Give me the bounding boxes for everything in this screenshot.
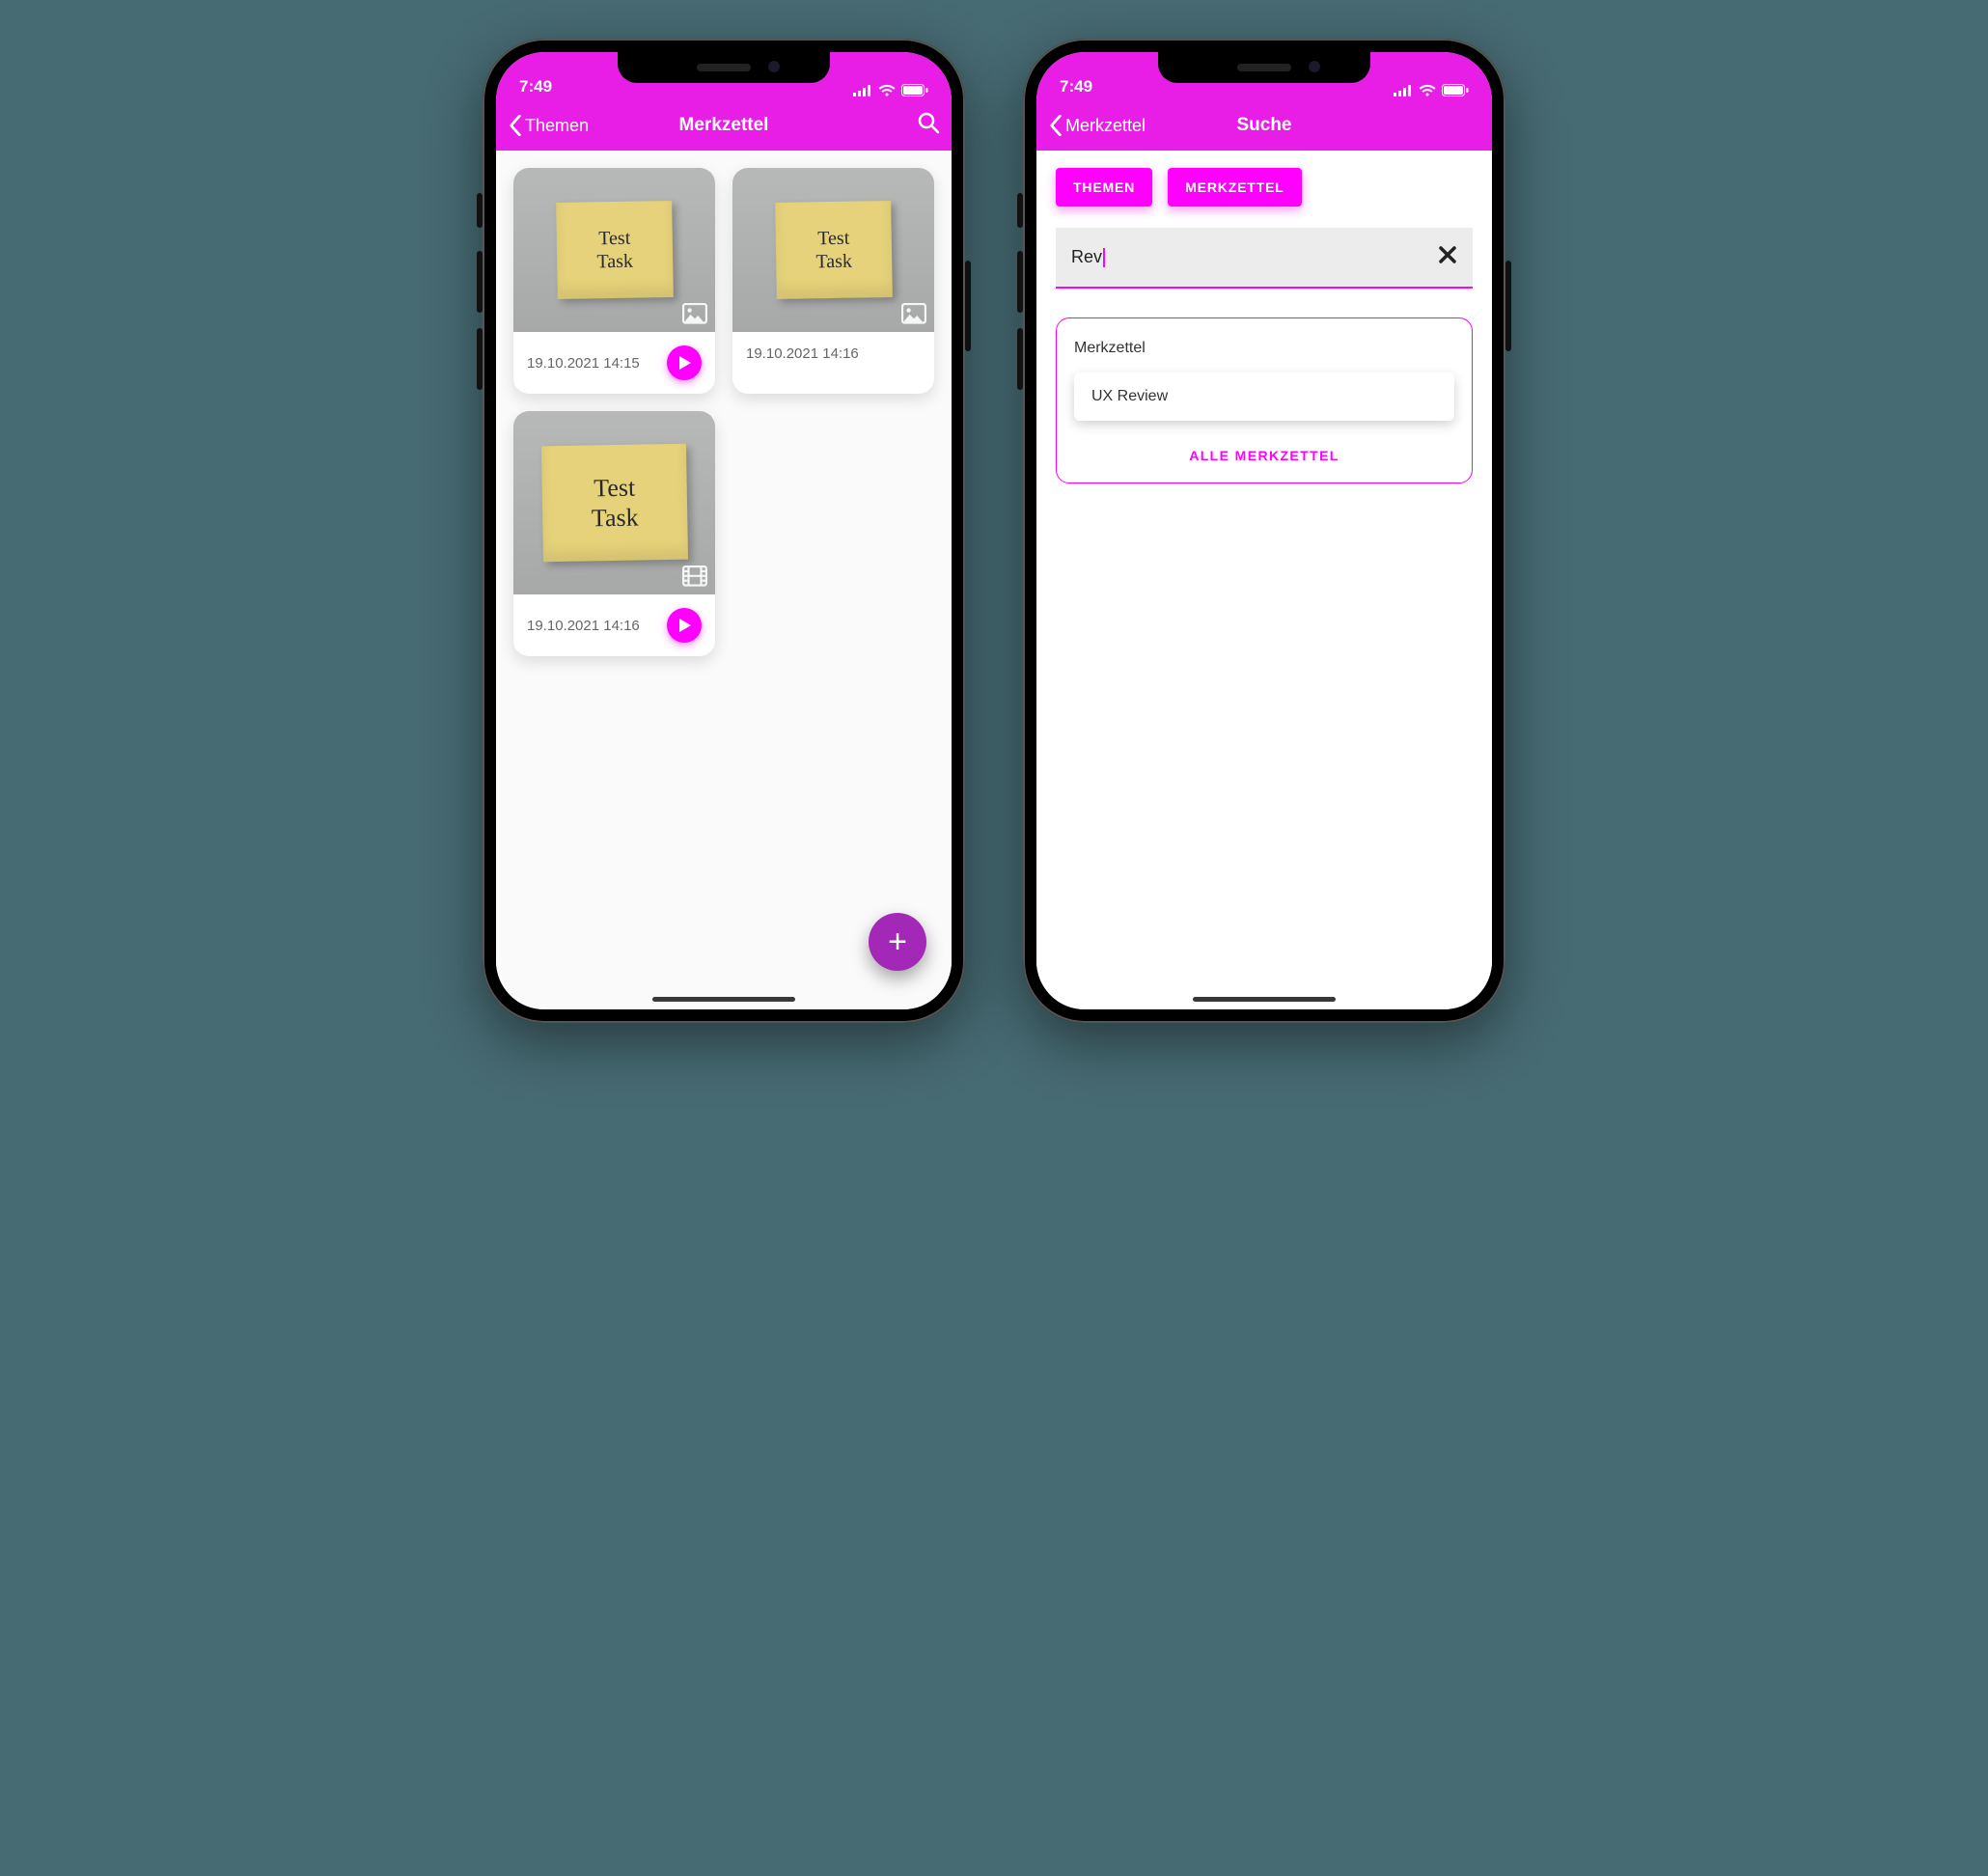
search-field[interactable]: Rev bbox=[1056, 228, 1473, 289]
wifi-icon bbox=[1419, 84, 1436, 97]
search-results: Merkzettel UX Review ALLE MERKZETTEL bbox=[1056, 317, 1473, 483]
result-item[interactable]: UX Review bbox=[1074, 372, 1454, 421]
back-label: Merkzettel bbox=[1065, 116, 1146, 136]
status-time: 7:49 bbox=[519, 77, 552, 97]
sticky-note: Test Task bbox=[556, 201, 674, 299]
search-button[interactable] bbox=[917, 111, 940, 140]
play-button[interactable] bbox=[667, 345, 702, 380]
battery-icon bbox=[1442, 84, 1469, 97]
chevron-left-icon bbox=[1048, 115, 1063, 136]
result-section-title: Merkzettel bbox=[1074, 340, 1454, 357]
clear-search-button[interactable] bbox=[1438, 245, 1457, 269]
note-card[interactable]: Test Task 19.10.2021 14:16 bbox=[513, 411, 715, 656]
note-timestamp: 19.10.2021 14:16 bbox=[746, 345, 859, 362]
video-icon bbox=[682, 566, 707, 587]
sticky-note: Test Task bbox=[540, 444, 687, 563]
note-card[interactable]: Test Task 19.10.2021 14:16 bbox=[732, 168, 934, 394]
search-input[interactable] bbox=[1071, 246, 1438, 268]
device-notch bbox=[618, 52, 830, 83]
battery-icon bbox=[901, 84, 928, 97]
filter-merkzettel[interactable]: MERKZETTEL bbox=[1168, 168, 1302, 207]
back-button[interactable]: Themen bbox=[508, 115, 589, 136]
wifi-icon bbox=[878, 84, 896, 97]
chevron-left-icon bbox=[508, 115, 523, 136]
sticky-note: Test Task bbox=[775, 201, 893, 299]
close-icon bbox=[1438, 245, 1457, 264]
image-icon bbox=[682, 303, 707, 324]
nav-bar: Merkzettel Suche bbox=[1036, 100, 1492, 151]
device-notch bbox=[1158, 52, 1370, 83]
note-thumbnail: Test Task bbox=[513, 411, 715, 594]
status-time: 7:49 bbox=[1060, 77, 1092, 97]
image-icon bbox=[901, 303, 926, 324]
note-thumbnail: Test Task bbox=[513, 168, 715, 332]
back-label: Themen bbox=[525, 116, 589, 136]
search-icon bbox=[917, 111, 940, 134]
cellular-icon bbox=[1394, 85, 1413, 97]
show-all-merkzettel[interactable]: ALLE MERKZETTEL bbox=[1074, 448, 1454, 463]
phone-right: 7:49 Merkzettel Suche THEMEN MERKZETTEL bbox=[1023, 39, 1505, 1023]
note-timestamp: 19.10.2021 14:16 bbox=[527, 618, 640, 634]
result-item-title: UX Review bbox=[1091, 388, 1168, 404]
phone-left: 7:49 Themen Merkzettel Test T bbox=[483, 39, 965, 1023]
home-indicator[interactable] bbox=[652, 997, 795, 1002]
back-button[interactable]: Merkzettel bbox=[1048, 115, 1146, 136]
play-button[interactable] bbox=[667, 608, 702, 643]
cellular-icon bbox=[853, 85, 872, 97]
add-button[interactable]: + bbox=[869, 913, 926, 971]
note-timestamp: 19.10.2021 14:15 bbox=[527, 355, 640, 372]
plus-icon: + bbox=[888, 924, 907, 961]
filter-themen[interactable]: THEMEN bbox=[1056, 168, 1152, 207]
home-indicator[interactable] bbox=[1193, 997, 1336, 1002]
search-content: THEMEN MERKZETTEL Rev Merkzettel UX Revi… bbox=[1036, 151, 1492, 1009]
notes-content: Test Task 19.10.2021 14:15 Test Task bbox=[496, 151, 952, 1009]
note-thumbnail: Test Task bbox=[732, 168, 934, 332]
note-card[interactable]: Test Task 19.10.2021 14:15 bbox=[513, 168, 715, 394]
nav-bar: Themen Merkzettel bbox=[496, 100, 952, 151]
